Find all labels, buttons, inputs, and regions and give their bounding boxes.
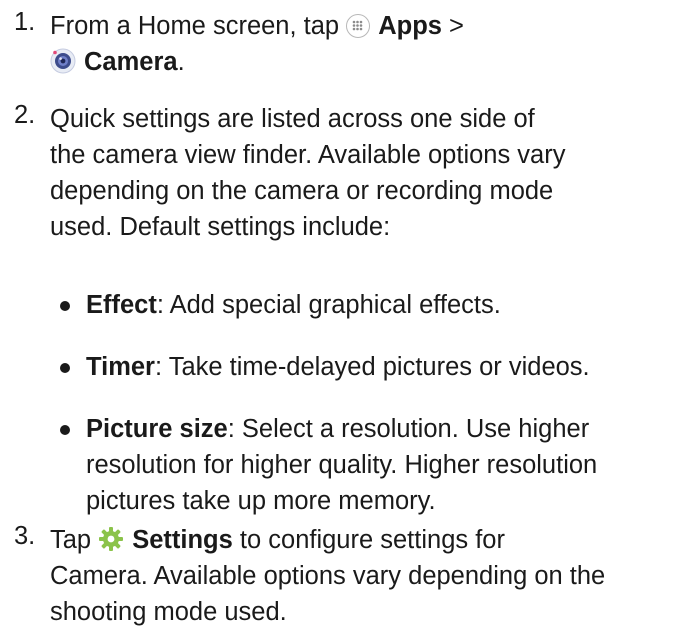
settings-label: Settings bbox=[132, 526, 233, 554]
apps-grid-icon bbox=[346, 14, 371, 38]
list-item-text: Effect: Add special graphical effects. bbox=[86, 287, 501, 323]
list-item-description: : Select a resolution. Use higher bbox=[227, 415, 590, 443]
bullet-dot bbox=[60, 363, 70, 373]
step-line: the camera view finder. Available option… bbox=[50, 141, 566, 169]
step-text: Tap bbox=[50, 526, 92, 554]
camera-app-icon bbox=[50, 48, 76, 84]
list-item-line: Picture size: Select a resolution. Use h… bbox=[86, 411, 597, 447]
list-item-text: Picture size: Select a resolution. Use h… bbox=[86, 411, 597, 519]
instructions-page: 1. From a Home screen, tap Apps > Camera… bbox=[0, 0, 698, 626]
step-line: Camera. Available options vary depending… bbox=[50, 562, 606, 590]
bullet-dot bbox=[60, 301, 70, 311]
list-item-line: pictures take up more memory. bbox=[86, 487, 436, 515]
step-line: depending on the camera or recording mod… bbox=[50, 177, 554, 205]
bullet-dot bbox=[60, 425, 70, 435]
step-number: 1. bbox=[14, 8, 36, 36]
step-body: Quick settings are listed across one sid… bbox=[50, 101, 690, 245]
step-line: used. Default settings include: bbox=[50, 213, 391, 241]
step-text: to configure settings for bbox=[239, 526, 505, 554]
step-line: Quick settings are listed across one sid… bbox=[50, 105, 535, 133]
step-body: From a Home screen, tap Apps > Camera. bbox=[50, 8, 690, 80]
step-line: shooting mode used. bbox=[50, 598, 287, 626]
step-line: Camera. bbox=[50, 44, 690, 80]
step-body: Tap Settings to configure settings for C… bbox=[50, 522, 690, 630]
step-line: Tap Settings to configure settings for bbox=[50, 522, 690, 558]
list-item-term: Picture size bbox=[86, 415, 228, 443]
list-item-description: : Take time-delayed pictures or videos. bbox=[154, 353, 590, 381]
list-item-term: Effect bbox=[86, 291, 157, 319]
step-number: 3. bbox=[14, 522, 36, 550]
step-text: From a Home screen, tap bbox=[50, 12, 340, 40]
list-item-line: resolution for higher quality. Higher re… bbox=[86, 451, 598, 479]
step-number: 2. bbox=[14, 101, 36, 129]
gear-icon bbox=[98, 526, 124, 562]
list-item-term: Timer bbox=[86, 353, 155, 381]
list-item-description: : Add special graphical effects. bbox=[156, 291, 501, 319]
apps-label: Apps bbox=[378, 12, 442, 40]
step-line: From a Home screen, tap Apps > bbox=[50, 8, 690, 44]
breadcrumb-separator: > bbox=[449, 12, 464, 40]
camera-label: Camera bbox=[84, 48, 178, 76]
step-text: . bbox=[177, 48, 185, 76]
list-item-text: Timer: Take time-delayed pictures or vid… bbox=[86, 349, 590, 385]
